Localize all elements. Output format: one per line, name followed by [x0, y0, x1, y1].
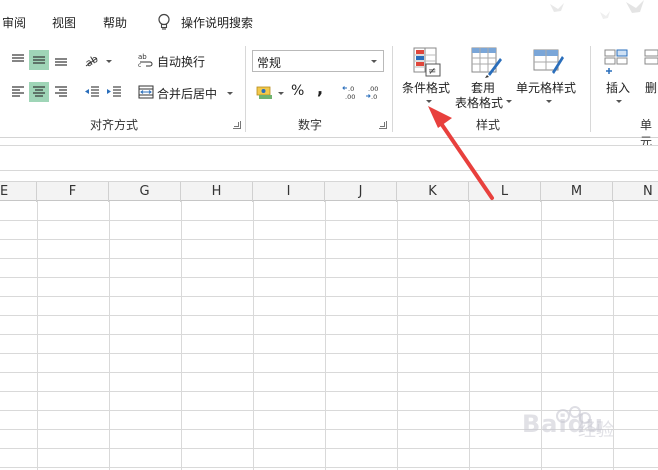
svg-text:≠: ≠: [428, 66, 436, 77]
svg-text:.0: .0: [348, 85, 354, 93]
insert-cells-icon[interactable]: [603, 48, 631, 76]
decrease-decimal-button[interactable]: .00.0: [363, 82, 383, 102]
number-dialog-launcher[interactable]: [379, 121, 387, 129]
column-header-g[interactable]: G: [109, 182, 181, 202]
align-right-button[interactable]: [51, 82, 71, 102]
delete-button[interactable]: 删: [645, 79, 657, 96]
grid-line: [0, 277, 658, 278]
formula-bar[interactable]: [0, 145, 658, 171]
align-top-button[interactable]: [8, 50, 28, 70]
watermark-suffix: 经验: [578, 420, 614, 441]
comma-style-button[interactable]: ,: [317, 79, 323, 98]
separator: [392, 46, 393, 132]
alignment-dialog-launcher[interactable]: [233, 121, 241, 129]
grid-line: [0, 372, 658, 373]
conditional-formatting-icon[interactable]: ≠: [412, 46, 442, 78]
insert-dropdown-caret[interactable]: [616, 100, 622, 103]
menu-review[interactable]: 审阅: [2, 14, 26, 31]
menu-bar: 审阅 视图 帮助 操作说明搜索: [0, 0, 658, 42]
align-middle-button[interactable]: [29, 50, 49, 70]
column-header-n[interactable]: N: [613, 182, 658, 202]
grid-line: [0, 467, 658, 468]
conditional-formatting-button[interactable]: 条件格式: [402, 79, 450, 96]
increase-decimal-button[interactable]: .0.00: [340, 82, 360, 102]
number-format-combo[interactable]: 常规: [252, 50, 384, 72]
grid-line: [0, 239, 658, 240]
cell-styles-dropdown-caret[interactable]: [546, 100, 552, 103]
column-header-row: E F G H I J K L M N: [0, 181, 658, 202]
number-format-dropdown-caret[interactable]: [371, 60, 377, 63]
separator: [245, 46, 246, 132]
currency-dropdown-caret[interactable]: [278, 92, 284, 95]
decorative-birds-icon: [550, 0, 644, 19]
align-bottom-button[interactable]: [51, 50, 71, 70]
menu-help[interactable]: 帮助: [103, 14, 127, 31]
ribbon: ab ab c 自动换行 合并后居中 对齐方式 常规 % , .0.00 .00.…: [0, 42, 658, 149]
grid-line: [0, 315, 658, 316]
grid-line: [0, 220, 658, 221]
currency-format-button[interactable]: [254, 82, 274, 102]
tell-me-search[interactable]: 操作说明搜索: [181, 14, 253, 31]
conditional-formatting-dropdown-caret[interactable]: [426, 100, 432, 103]
svg-text:ab: ab: [138, 53, 147, 61]
insert-button[interactable]: 插入: [606, 79, 630, 96]
svg-text:.0: .0: [371, 93, 377, 101]
wrap-text-button[interactable]: 自动换行: [157, 53, 205, 70]
format-as-table-dropdown-caret[interactable]: [506, 100, 512, 103]
annotation-arrow-icon: [428, 106, 494, 200]
grid-line: [0, 353, 658, 354]
column-header-m[interactable]: M: [541, 182, 613, 202]
column-header-i[interactable]: I: [253, 182, 325, 202]
wrap-text-icon: ab c: [136, 50, 156, 70]
column-header-j[interactable]: J: [325, 182, 397, 202]
cell-styles-button[interactable]: 单元格样式: [516, 79, 576, 96]
column-header-f[interactable]: F: [37, 182, 109, 202]
merge-center-dropdown-caret[interactable]: [227, 92, 233, 95]
number-group-label: 数字: [298, 118, 323, 132]
column-header-e[interactable]: E: [0, 182, 37, 202]
svg-text:.00: .00: [345, 93, 355, 101]
menu-view[interactable]: 视图: [52, 14, 76, 31]
grid-line: [0, 334, 658, 335]
grid-line: [0, 391, 658, 392]
grid-line: [0, 296, 658, 297]
align-left-button[interactable]: [8, 82, 28, 102]
alignment-group-label: 对齐方式: [90, 118, 139, 132]
decrease-indent-button[interactable]: [82, 82, 102, 102]
align-center-button[interactable]: [29, 82, 49, 102]
separator: [590, 46, 591, 132]
lightbulb-icon[interactable]: [156, 13, 172, 31]
percent-style-button[interactable]: %: [291, 83, 304, 99]
cell-styles-icon[interactable]: [532, 46, 564, 78]
orientation-button[interactable]: ab: [82, 50, 102, 70]
orientation-dropdown-caret[interactable]: [106, 60, 112, 63]
format-as-table-icon[interactable]: [470, 46, 502, 78]
number-format-value: 常规: [257, 56, 282, 70]
column-header-h[interactable]: H: [181, 182, 253, 202]
merge-center-button[interactable]: 合并后居中: [157, 85, 217, 102]
svg-text:.00: .00: [368, 85, 378, 93]
increase-indent-button[interactable]: [104, 82, 124, 102]
delete-cells-icon[interactable]: [643, 48, 658, 76]
svg-text:c: c: [138, 62, 141, 68]
merge-center-icon: [136, 82, 156, 102]
grid-line: [0, 258, 658, 259]
